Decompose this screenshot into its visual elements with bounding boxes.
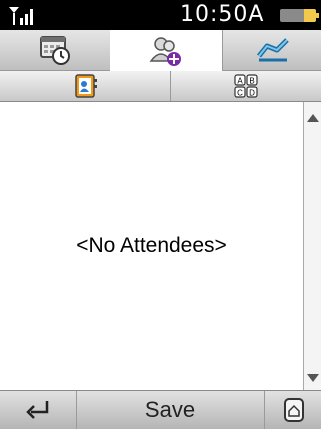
letter-b: B [249,77,254,86]
tab-calendar[interactable] [0,30,111,70]
alphabetical-sort-button[interactable]: A B C D [171,71,321,101]
address-book-icon [75,74,97,98]
attendee-list[interactable]: <No Attendees> [0,102,303,390]
battery-icon [280,9,319,22]
home-icon [283,398,304,422]
sub-toolbar: A B C D [0,71,321,102]
letter-d: D [249,89,255,98]
calendar-clock-icon [40,36,70,65]
save-button[interactable]: Save [77,391,263,429]
attendees-add-icon [149,36,181,66]
empty-state-text: <No Attendees> [76,234,227,257]
status-bar: 10:50A [0,0,321,30]
scrollbar[interactable] [303,102,321,390]
tab-sync[interactable] [222,30,321,70]
scroll-down-icon[interactable] [307,374,319,382]
letter-c: C [237,89,243,98]
abcd-sort-icon: A B C D [234,74,258,98]
home-button[interactable] [264,391,321,429]
sync-icon [256,38,289,62]
clock: 10:50A [180,2,265,27]
back-arrow-icon [26,401,49,419]
signal-icon [9,7,33,25]
address-book-button[interactable] [0,71,171,101]
back-button[interactable] [0,391,77,429]
tab-attendees[interactable] [110,30,222,71]
letter-a: A [237,77,243,86]
bottom-toolbar: Save [0,390,321,429]
tab-bar [0,30,321,71]
scroll-up-icon[interactable] [307,114,319,122]
